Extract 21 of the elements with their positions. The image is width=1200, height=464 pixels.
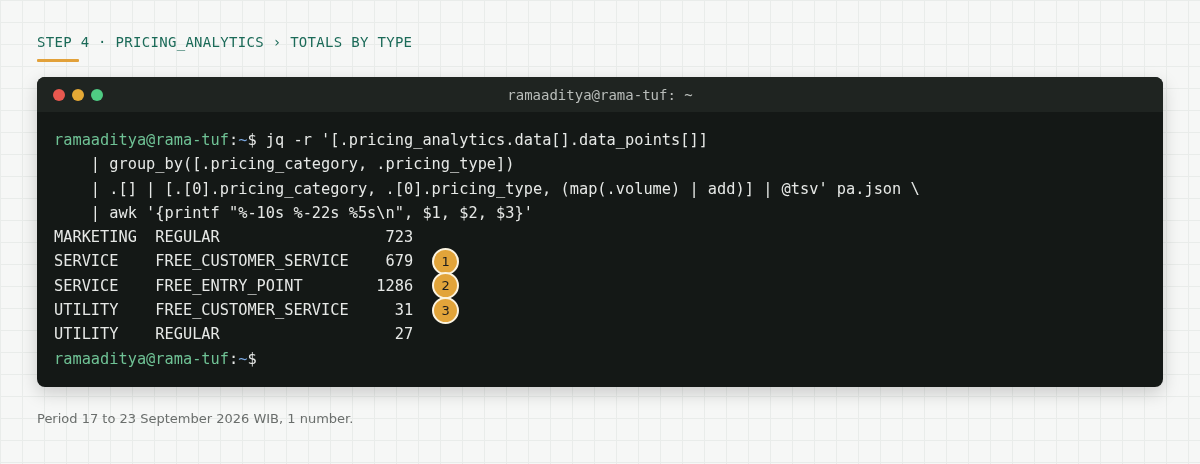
- command-text: jq -r '[.pricing_analytics.data[].data_points[]]: [264, 130, 708, 151]
- output-line: MARKETING REGULAR 723: [54, 227, 414, 249]
- caption-text: Period 17 to 23 September 2026 WIB, 1 number.: [37, 410, 354, 426]
- command-text: | group_by([.pricing_category, .pricing_type]): [89, 154, 515, 176]
- heading-underline: [37, 59, 79, 62]
- output-line: UTILITY REGULAR 27: [54, 324, 414, 346]
- command-text: | .[] | [.[0].pricing_category, .[0].pricing_type, (map(.volume) | add)] | @tsv' pa.json \: [89, 178, 920, 200]
- output-line: SERVICE FREE_ENTRY_POINT 1286: [54, 275, 414, 297]
- number-badge: 2: [432, 272, 460, 300]
- window-title: ramaaditya@rama-tuf: ~: [506, 86, 694, 103]
- close-button[interactable]: [53, 88, 65, 101]
- section-heading: STEP 4 · PRICING_ANALYTICS › TOTALS BY TYPE: [37, 34, 413, 50]
- number-badge: 3: [432, 296, 460, 324]
- shell-prompt: ramaaditya@rama-tuf:~$: [54, 130, 257, 151]
- minimize-button[interactable]: [72, 88, 84, 101]
- number-badge: 1: [432, 248, 460, 276]
- output-line: UTILITY FREE_CUSTOMER_SERVICE 31: [54, 300, 414, 322]
- command-text: | awk '{printf "%-10s %-22s %5s\n", $1, $2, $3}': [89, 202, 533, 224]
- maximize-button[interactable]: [91, 88, 103, 101]
- output-line: SERVICE FREE_CUSTOMER_SERVICE 679: [54, 251, 414, 273]
- shell-prompt: ramaaditya@rama-tuf:~$: [54, 348, 257, 370]
